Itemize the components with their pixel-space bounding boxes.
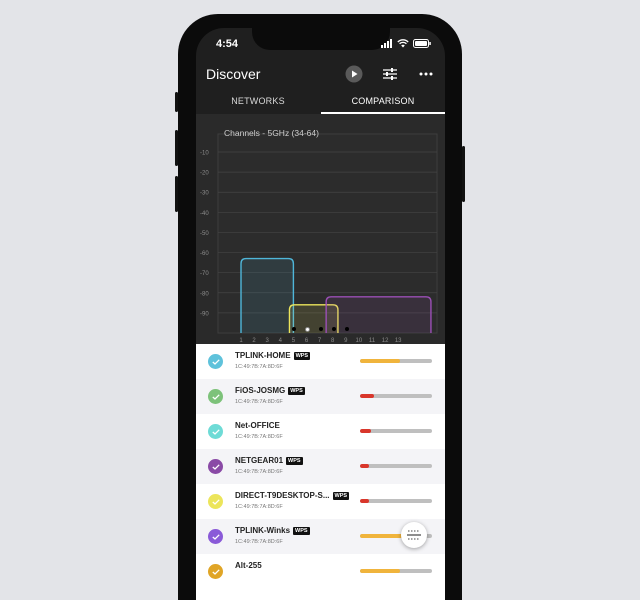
signal-strength-fill: [360, 464, 369, 468]
network-mac: 1C:49:7B:7A:8D:6F: [235, 399, 283, 405]
network-ssid-text: FiOS-JOSMG: [235, 386, 286, 395]
signal-strength-fill: [360, 394, 375, 398]
wps-badge: WPS: [288, 387, 305, 395]
app-screen: 4:54 Discover NETWORKS COMPARISON -10 -2…: [196, 28, 445, 600]
y-tick-label: -60: [200, 251, 209, 257]
battery-icon: [413, 39, 431, 48]
status-icons: [381, 39, 431, 48]
sliders-icon: [383, 68, 397, 80]
network-ssid: TPLINK-Winks WPS: [235, 526, 310, 535]
network-mac: 1C:49:7B:7A:8D:6F: [235, 539, 283, 545]
channel-chart: -10 -20 -30 -40 -50 -60 -70 -80 -90 1 2 3 4 5 6 7 8 9 10 11…: [196, 114, 445, 344]
more-icon: [419, 72, 433, 76]
network-mac: 1C:49:7B:7A:8D:6F: [235, 504, 283, 510]
wps-badge: WPS: [286, 457, 303, 465]
tab-networks[interactable]: NETWORKS: [196, 96, 320, 106]
network-mac: 1C:49:7B:7A:8D:6F: [235, 469, 283, 475]
network-mac: 1C:49:7B:7A:8D:6F: [235, 364, 283, 370]
y-tick-label: -80: [200, 291, 209, 297]
tab-comparison[interactable]: COMPARISON: [321, 96, 445, 106]
channel-chart-svg: -10-20-30-40-50-60-70-80-901 2 3 4 5 6 7 8 9 10 11…: [200, 133, 438, 344]
network-check-icon[interactable]: [208, 494, 223, 509]
network-ssid-text: NETGEAR01: [235, 456, 284, 465]
tab-bar: NETWORKS COMPARISON: [196, 90, 445, 114]
wps-badge: WPS: [293, 352, 311, 360]
network-ssid: NETGEAR01 WPS: [235, 456, 303, 465]
network-row[interactable]: Net-OFFICE 1C:49:7B:7A:8D:6F: [196, 414, 445, 449]
wps-badge: WPS: [293, 527, 310, 535]
network-row[interactable]: FiOS-JOSMG WPS 1C:49:7B:7A:8D:6F: [196, 379, 445, 414]
phone-power-button: [462, 146, 465, 202]
wps-badge: WPS: [332, 492, 350, 500]
signal-strength-bar: [360, 464, 432, 468]
network-ssid: Net-OFFICE: [235, 421, 280, 430]
network-row[interactable]: DIRECT-T9DESKTOP-S... WPS 1C:49:7B:7A:8D:6…: [196, 484, 445, 519]
page-dot[interactable]: [319, 327, 323, 331]
page-dot[interactable]: [305, 326, 310, 332]
chart-title: Channels - 5GHz (34-64): [224, 128, 319, 138]
network-ssid-text: TPLINK-Winks: [235, 526, 291, 535]
page-indicator: [196, 324, 445, 334]
y-tick-label: -70: [200, 271, 209, 277]
status-bar: 4:54: [196, 38, 445, 52]
signal-strength-bar: [360, 569, 432, 573]
status-time: 4:54: [216, 38, 239, 50]
network-ssid: TPLINK-HOME WPS: [235, 351, 311, 360]
signal-strength-fill: [360, 534, 405, 538]
network-check-icon[interactable]: [208, 529, 223, 544]
network-check-icon[interactable]: [208, 564, 223, 579]
filter-button[interactable]: [380, 64, 400, 84]
network-list: TPLINK-HOME WPS 1C:49:7B:7A:8D:6F FiOS-JOSM…: [196, 344, 445, 600]
y-tick-label: -50: [200, 231, 209, 237]
network-check-icon[interactable]: [208, 424, 223, 439]
signal-strength-bar: [360, 394, 432, 398]
page-dot[interactable]: [292, 327, 296, 331]
signal-strength-bar: [360, 499, 432, 503]
page-title: Discover: [206, 66, 261, 82]
signal-strength-bar: [360, 359, 432, 363]
wifi-icon: [397, 39, 409, 48]
network-row[interactable]: Alt-255: [196, 554, 445, 589]
app-bar: Discover: [196, 60, 445, 90]
network-check-icon[interactable]: [208, 389, 223, 404]
play-icon: [345, 65, 363, 83]
signal-strength-bar: [360, 429, 432, 433]
page-dot[interactable]: [332, 327, 336, 331]
network-ssid-text: Alt-255: [235, 561, 262, 570]
network-ssid: DIRECT-T9DESKTOP-S... WPS: [235, 491, 350, 500]
y-tick-label: -20: [200, 171, 209, 177]
cellular-signal-icon: [381, 39, 392, 48]
network-row[interactable]: TPLINK-HOME WPS 1C:49:7B:7A:8D:6F: [196, 344, 445, 379]
scan-icon: [407, 530, 421, 540]
y-tick-label: -10: [200, 151, 209, 157]
signal-strength-fill: [360, 499, 369, 503]
more-button[interactable]: [416, 64, 436, 84]
page-dot[interactable]: [345, 327, 349, 331]
signal-strength-fill: [360, 569, 400, 573]
channel-band-0: [240, 257, 295, 333]
network-ssid-text: DIRECT-T9DESKTOP-S...: [235, 491, 330, 500]
scan-fab-button[interactable]: [401, 522, 427, 548]
play-button[interactable]: [344, 64, 364, 84]
network-check-icon[interactable]: [208, 354, 223, 369]
network-ssid: FiOS-JOSMG WPS: [235, 386, 305, 395]
y-tick-label: -90: [200, 311, 209, 317]
network-ssid: Alt-255: [235, 561, 262, 570]
network-ssid-text: TPLINK-HOME: [235, 351, 291, 360]
y-tick-label: -30: [200, 191, 209, 197]
network-mac: 1C:49:7B:7A:8D:6F: [235, 434, 283, 440]
signal-strength-fill: [360, 429, 371, 433]
network-ssid-text: Net-OFFICE: [235, 421, 280, 430]
signal-strength-fill: [360, 359, 400, 363]
network-check-icon[interactable]: [208, 459, 223, 474]
network-row[interactable]: NETGEAR01 WPS 1C:49:7B:7A:8D:6F: [196, 449, 445, 484]
y-tick-label: -40: [200, 211, 209, 217]
